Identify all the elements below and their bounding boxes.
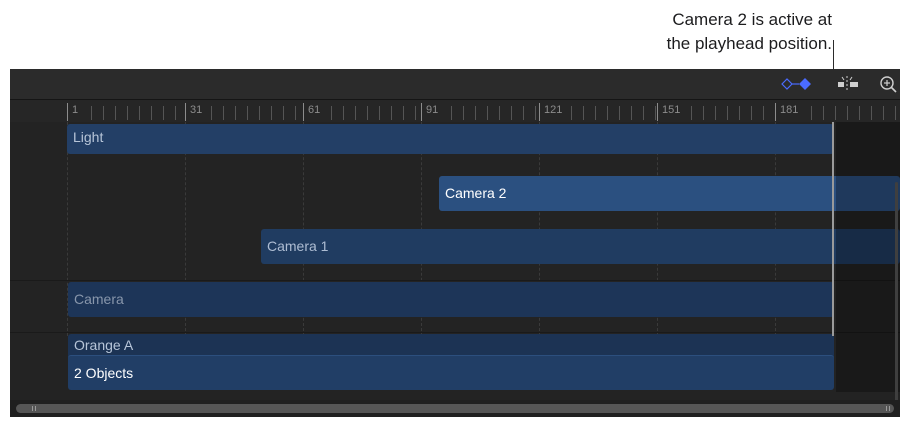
track-bar-light[interactable]: Light bbox=[67, 124, 834, 154]
timeline-toolbar bbox=[10, 69, 900, 100]
track-bar-2-objects[interactable]: 2 Objects bbox=[68, 355, 834, 390]
snap-icon[interactable] bbox=[836, 74, 860, 94]
ruler-label: 31 bbox=[185, 103, 206, 121]
callout: Camera 2 is active at the playhead posit… bbox=[560, 8, 832, 56]
ruler-label: 121 bbox=[539, 103, 566, 121]
callout-line-1: Camera 2 is active at bbox=[672, 10, 832, 29]
ruler-label: 151 bbox=[657, 103, 684, 121]
horizontal-scrollbar[interactable] bbox=[10, 400, 900, 417]
row-separator bbox=[10, 280, 900, 281]
scroll-thumb[interactable] bbox=[16, 404, 894, 413]
zoom-icon[interactable] bbox=[878, 74, 900, 94]
keyframe-icon[interactable] bbox=[780, 74, 818, 94]
out-of-range-shade bbox=[836, 122, 900, 392]
timeline-panel: 1 31 61 91 121 151 181 Light Camera 2 Ca… bbox=[10, 69, 900, 417]
timeline-tracks: Light Camera 2 Camera 1 Camera Orange A … bbox=[10, 122, 900, 417]
vertical-scrollbar[interactable] bbox=[895, 182, 898, 417]
ruler-label: 181 bbox=[775, 103, 802, 121]
timeline-ruler[interactable]: 1 31 61 91 121 151 181 bbox=[10, 100, 900, 122]
callout-line-2: the playhead position. bbox=[666, 34, 832, 53]
track-bar-camera[interactable]: Camera bbox=[68, 282, 834, 317]
scroll-handle-left[interactable] bbox=[32, 406, 36, 411]
scroll-handle-right[interactable] bbox=[886, 406, 890, 411]
track-bar-camera-2[interactable]: Camera 2 bbox=[439, 176, 900, 211]
ruler-label: 91 bbox=[421, 103, 442, 121]
ruler-label: 61 bbox=[303, 103, 324, 121]
playhead[interactable] bbox=[832, 122, 834, 336]
ruler-label: 1 bbox=[67, 103, 82, 121]
track-bar-camera-1[interactable]: Camera 1 bbox=[261, 229, 900, 264]
row-separator bbox=[10, 332, 900, 333]
